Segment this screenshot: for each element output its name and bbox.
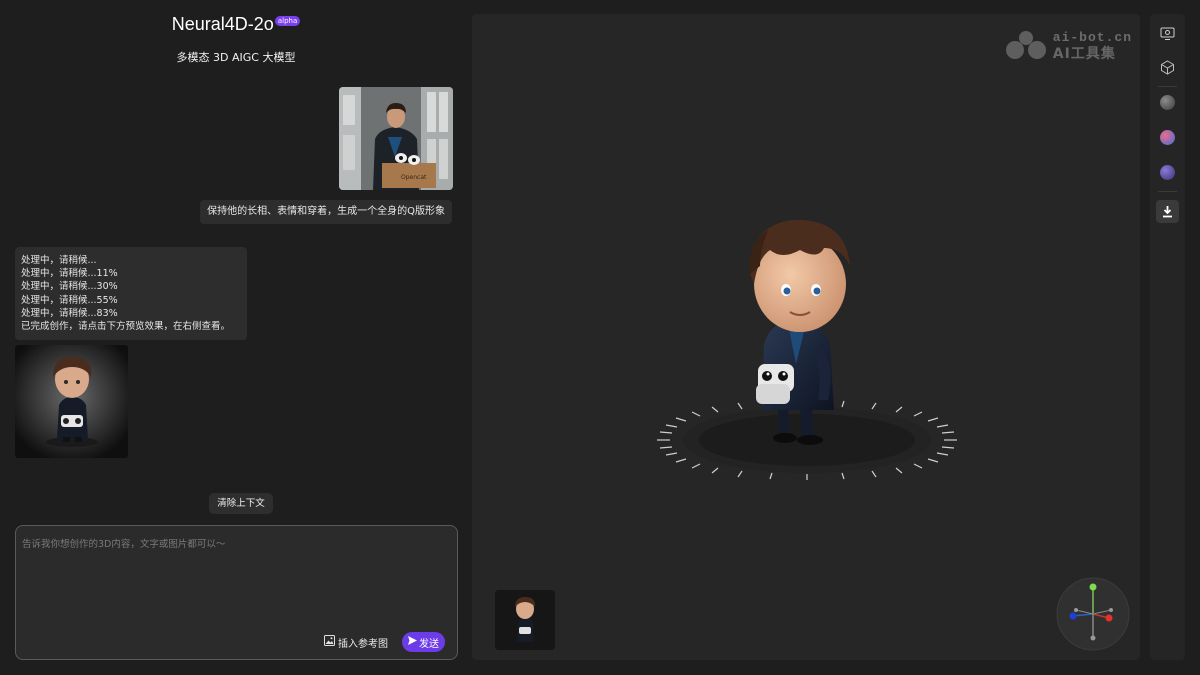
alpha-badge: alpha [274,16,301,26]
insert-reference-label: 插入参考图 [338,638,388,650]
status-line: 已完成创作，请点击下方预览效果，在右侧查看。 [21,321,231,333]
model-stage[interactable] [650,204,964,494]
watermark: ai-bot.cn AI工具集 [1005,30,1132,64]
prompt-input[interactable] [22,536,447,626]
watermark-domain: ai-bot.cn [1052,30,1132,45]
matte-sphere-icon[interactable] [1156,91,1179,114]
model-thumbnail[interactable] [495,590,555,650]
model-viewer[interactable]: ai-bot.cn AI工具集 [472,14,1140,660]
watermark-logo-icon [1005,30,1047,64]
chat-panel: Neural4D-2o alpha 多模态 3D AIGC 大模型 Openca… [0,0,472,675]
image-icon [324,635,335,649]
status-line: 处理中，请稍候... [21,255,97,266]
wireframe-icon[interactable] [1156,56,1179,79]
insert-reference-button[interactable]: 插入参考图 [324,634,388,650]
user-reference-image[interactable]: Opencat [339,87,453,190]
toolbar-divider [1158,191,1177,192]
axis-gizmo[interactable] [1056,577,1130,651]
clear-context-button[interactable]: 清除上下文 [209,493,273,514]
bot-message-bubble: 处理中，请稍候... 处理中，请稍候...11% 处理中，请稍候...30% 处… [15,247,247,341]
watermark-name: AI工具集 [1052,46,1116,62]
status-line: 处理中，请稍候...83% [21,307,118,319]
app-title: Neural4D-2o [171,14,274,34]
status-line: 处理中，请稍候...55% [21,294,118,306]
purple-sphere-icon[interactable] [1156,161,1179,184]
send-label: 发送 [419,638,439,650]
send-button[interactable]: 发送 [402,632,445,652]
view-toolbar [1150,14,1185,660]
result-preview-image[interactable] [15,345,128,458]
brand-header: Neural4D-2o alpha [0,14,472,35]
toolbar-divider [1158,86,1177,87]
user-message-bubble: 保持他的长相、表情和穿着，生成一个全身的Q版形象 [200,200,452,224]
prompt-composer: 插入参考图 发送 [15,525,458,660]
download-icon[interactable] [1156,200,1179,223]
app-subtitle: 多模态 3D AIGC 大模型 [176,51,296,64]
status-line: 处理中，请稍候...11% [21,268,118,280]
send-icon [408,636,417,648]
gradient-sphere-icon[interactable] [1156,126,1179,149]
status-line: 处理中，请稍候...30% [21,281,118,293]
svg-text:Opencat: Opencat [401,174,427,181]
monitor-icon[interactable] [1156,22,1179,45]
app-root: Neural4D-2o alpha 多模态 3D AIGC 大模型 Openca… [0,0,1200,675]
